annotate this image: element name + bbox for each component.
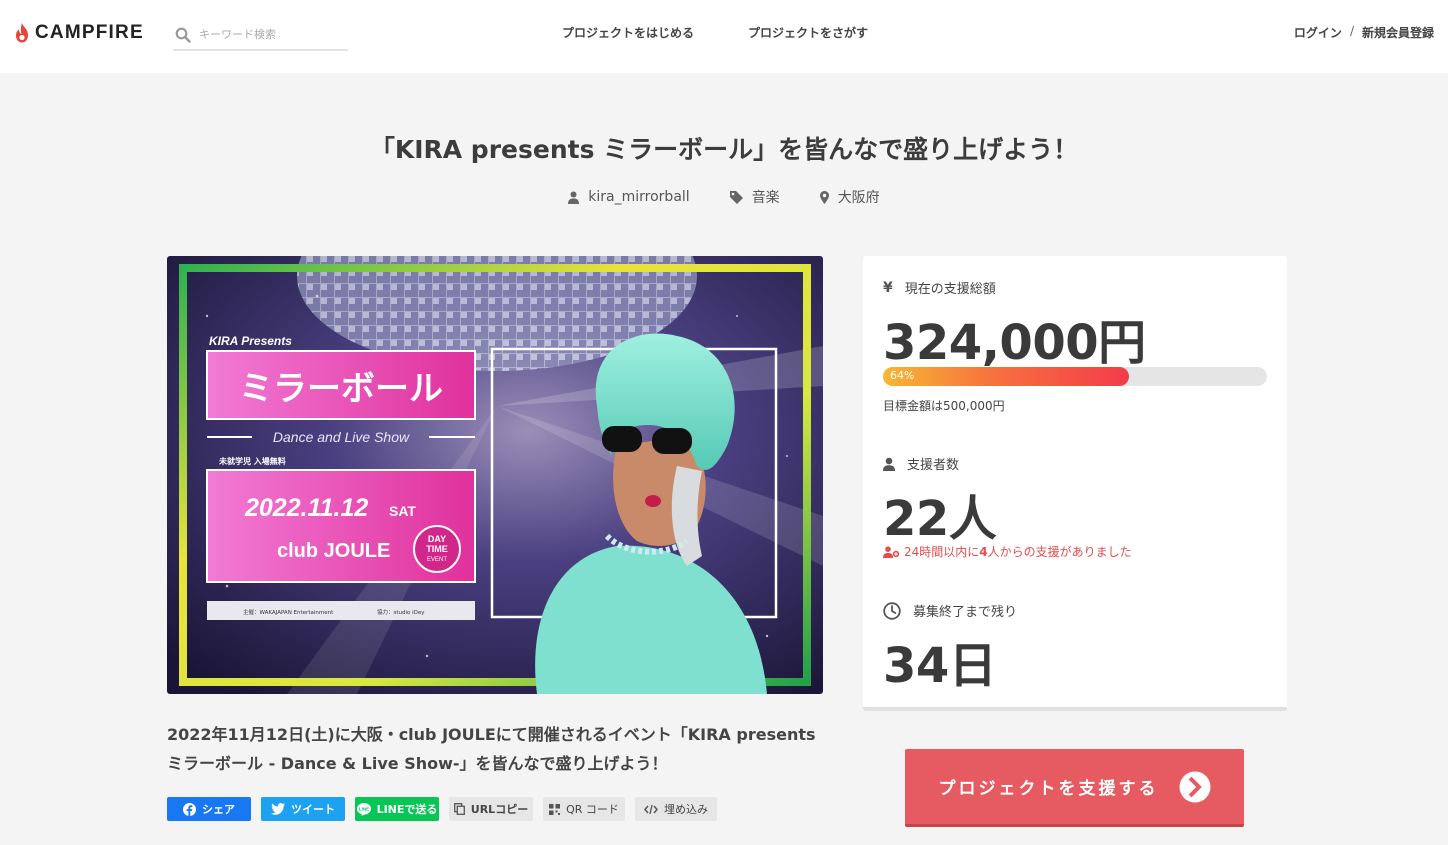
poster-presenter: KIRA Presents bbox=[209, 334, 292, 348]
flame-icon bbox=[16, 23, 28, 43]
progress-fill bbox=[883, 367, 1129, 386]
poster-badge-line3: EVENT bbox=[427, 557, 447, 563]
yen-icon: ¥ bbox=[883, 279, 893, 296]
progress-percent: 64% bbox=[890, 369, 915, 382]
poster-subtitle: Dance and Live Show bbox=[273, 429, 410, 445]
facebook-icon bbox=[183, 802, 196, 816]
recent-backers-count: 4 bbox=[979, 544, 988, 559]
tag-icon bbox=[729, 190, 743, 204]
site-header: CAMPFIRE プロジェクトをはじめる プロジェクトをさがす ログイン / 新… bbox=[0, 0, 1448, 73]
goal-amount: 目標金額は500,000円 bbox=[883, 399, 1005, 413]
qr-code-button[interactable]: QR コード bbox=[543, 797, 625, 821]
backers-label: 支援者数 bbox=[883, 454, 959, 473]
poster-coop: 協力：studio iDey bbox=[377, 608, 425, 616]
search-input[interactable] bbox=[199, 28, 339, 41]
share-facebook-button[interactable]: シェア bbox=[167, 797, 251, 821]
copy-url-button[interactable]: URLコピー bbox=[449, 797, 533, 821]
register-link[interactable]: 新規会員登録 bbox=[1362, 24, 1434, 41]
project-meta: kira_mirrorball 音楽 大阪府 bbox=[0, 187, 1448, 207]
user-icon bbox=[568, 191, 580, 204]
nav-find-project[interactable]: プロジェクトをさがす bbox=[748, 24, 868, 41]
funding-stats-card: ¥ 現在の支援総額 324,000円 64% 目標金額は500,000円 支援者… bbox=[863, 256, 1287, 711]
poster-event-name: ミラーボール bbox=[239, 369, 443, 409]
remaining-value: 34日 bbox=[883, 638, 997, 694]
embed-label: 埋め込み bbox=[664, 803, 708, 816]
poster-badge-line1: DAY bbox=[428, 534, 446, 544]
chevron-right-circle-icon bbox=[1179, 771, 1210, 802]
poster-badge-line2: TIME bbox=[426, 544, 448, 554]
category-name: 音楽 bbox=[751, 190, 780, 206]
event-poster: KIRA Presents ミラーボール Dance and Live Show… bbox=[167, 256, 823, 694]
copy-icon bbox=[453, 803, 465, 815]
search-icon bbox=[175, 27, 191, 43]
logo-text: CAMPFIRE bbox=[35, 22, 144, 43]
poster-date: 2022.11.12 bbox=[244, 494, 368, 522]
share-line-label: LINEで送る bbox=[376, 803, 438, 816]
share-twitter-label: ツイート bbox=[291, 803, 335, 816]
twitter-icon bbox=[271, 803, 285, 815]
svg-text:LINE: LINE bbox=[358, 806, 368, 811]
share-facebook-label: シェア bbox=[202, 803, 235, 816]
funding-progress-bar: 64% bbox=[883, 367, 1267, 386]
share-twitter-button[interactable]: ツイート bbox=[261, 797, 345, 821]
owner-name: kira_mirrorball bbox=[588, 189, 690, 205]
project-title: 「KIRA presents ミラーボール」を皆んなで盛り上げよう！ bbox=[369, 135, 1079, 164]
owner-link[interactable]: kira_mirrorball bbox=[568, 187, 690, 207]
user-icon bbox=[883, 457, 895, 471]
clock-icon bbox=[883, 601, 901, 620]
nav-start-project[interactable]: プロジェクトをはじめる bbox=[562, 24, 694, 41]
project-description: 2022年11月12日(土)に大阪・club JOULEにて開催されるイベント「… bbox=[167, 725, 816, 773]
qr-code-label: QR コード bbox=[566, 803, 619, 816]
recent-backers-notice: 24時間以内に 4 人からの支援がありました bbox=[883, 543, 1132, 560]
qr-code-icon bbox=[549, 803, 561, 815]
poster-weekday: SAT bbox=[389, 503, 416, 519]
copy-url-label: URLコピー bbox=[470, 803, 529, 816]
code-icon bbox=[644, 804, 658, 814]
backers-value: 22人 bbox=[883, 491, 997, 547]
login-link[interactable]: ログイン bbox=[1294, 24, 1342, 41]
auth-separator: / bbox=[1349, 24, 1354, 38]
location-link[interactable]: 大阪府 bbox=[819, 187, 880, 207]
support-project-label: プロジェクトを支援する bbox=[938, 779, 1159, 799]
poster-venue: club JOULE bbox=[277, 540, 390, 562]
search-box[interactable] bbox=[173, 20, 348, 51]
total-amount-label: ¥ 現在の支援総額 bbox=[883, 279, 996, 298]
auth-links: ログイン / 新規会員登録 bbox=[1294, 24, 1434, 41]
project-hero-image[interactable]: KIRA Presents ミラーボール Dance and Live Show… bbox=[167, 256, 823, 694]
location-name: 大阪府 bbox=[837, 190, 880, 206]
campfire-logo[interactable]: CAMPFIRE bbox=[14, 22, 144, 44]
poster-notice: 未就学児 入場無料 bbox=[218, 456, 286, 466]
users-plus-icon bbox=[883, 545, 900, 558]
poster-sponsor: 主催：WAKAJAPAN Entertainment bbox=[243, 608, 334, 616]
remaining-label: 募集終了まで残り bbox=[883, 601, 1017, 620]
map-pin-icon bbox=[819, 190, 829, 204]
support-project-button[interactable]: プロジェクトを支援する bbox=[905, 749, 1244, 827]
share-line-button[interactable]: LINE LINEで送る bbox=[355, 797, 439, 821]
line-icon: LINE bbox=[356, 802, 371, 816]
embed-button[interactable]: 埋め込み bbox=[635, 797, 717, 821]
total-amount-value: 324,000円 bbox=[883, 315, 1146, 371]
category-link[interactable]: 音楽 bbox=[729, 187, 780, 207]
